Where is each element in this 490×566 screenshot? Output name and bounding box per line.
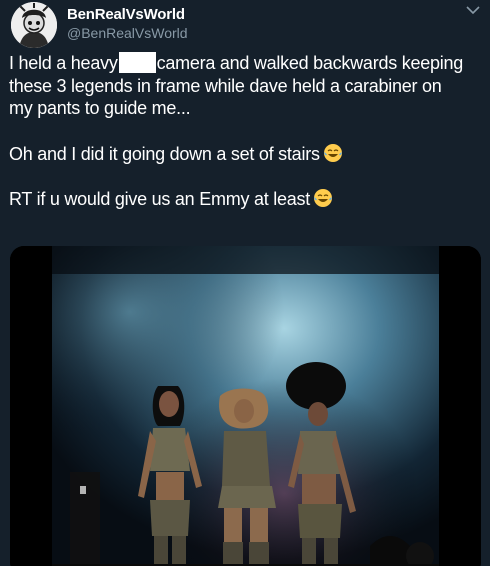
display-name[interactable]: BenRealVsWorld <box>67 6 185 23</box>
tweet-text-segment: camera and walked backwards keeping <box>156 53 464 73</box>
avatar-cartoon-icon <box>11 2 57 48</box>
laughing-emoji-icon <box>323 143 342 162</box>
tweet-text-segment: Oh and I did it going down a set of stai… <box>9 143 320 164</box>
tweet-line: Oh and I did it going down a set of stai… <box>9 143 487 166</box>
chevron-down-icon[interactable] <box>465 4 481 16</box>
tweet-header: BenRealVsWorld @BenRealVsWorld <box>11 2 481 50</box>
concert-stage-image <box>10 246 481 566</box>
tweet-video[interactable] <box>10 246 481 566</box>
redaction-box <box>118 52 156 73</box>
tweet-line: RT if u would give us an Emmy at least <box>9 188 487 211</box>
user-handle[interactable]: @BenRealVsWorld <box>67 25 188 41</box>
tweet-line: these 3 legends in frame while dave held… <box>9 75 442 96</box>
tweet-line: my pants to guide me... <box>9 98 191 118</box>
tweet-text: I held a heavy camera and walked backward… <box>9 52 487 211</box>
avatar[interactable] <box>11 2 57 48</box>
tweet-text-segment: RT if u would give us an Emmy at least <box>9 189 310 209</box>
tweet-text-segment: I held a heavy <box>9 53 118 73</box>
tweet-line: I held a heavy camera and walked backward… <box>9 52 487 75</box>
laughing-emoji-icon <box>313 189 332 207</box>
